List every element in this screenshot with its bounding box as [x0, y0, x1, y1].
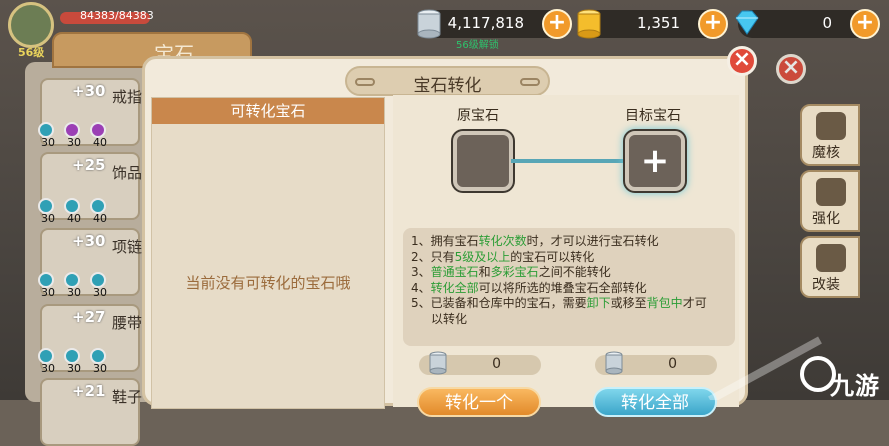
silver-resource-bar: 4,117,818 + [417, 9, 572, 39]
rule-line: 5、已装备和仓库中的宝石，需要卸下或移至背包中才可 [411, 296, 707, 310]
cost-value: 0 [492, 356, 501, 372]
unlock-hint: 56级解锁 [456, 40, 499, 51]
original-gem-slot[interactable] [453, 131, 513, 191]
silver-coins-icon [429, 351, 447, 375]
silver-coins-icon [417, 9, 441, 39]
dialog-title-banner: 宝石转化 [345, 66, 550, 96]
convert-one-cost: 0 [419, 351, 541, 375]
player-level: 56级 [18, 46, 45, 59]
convert-all-button[interactable]: 转化全部 [593, 387, 717, 417]
equip-label-belt: 腰带 [112, 314, 143, 332]
gold-resource-bar: 1,351 + [577, 9, 728, 39]
player-avatar[interactable] [8, 2, 54, 48]
side-tab-label: 改装 [812, 277, 840, 293]
watermark-text: 九游 [830, 372, 880, 400]
equip-label-ring: 戒指 [112, 88, 143, 106]
rule-line: 3、普通宝石和多彩宝石之间不能转化 [411, 265, 611, 279]
gem-slot-levels: 30 30 30 [41, 362, 107, 375]
silver-coins-icon [605, 351, 623, 375]
side-tab-magic-core[interactable]: 魔核 [800, 104, 860, 166]
equip-label-necklace: 项链 [112, 238, 143, 256]
diamond-value: 0 [822, 14, 832, 32]
rule-line: 1、拥有宝石转化次数时，才可以进行宝石转化 [411, 234, 659, 248]
dialog-title: 宝石转化 [413, 76, 482, 96]
rule-line: 4、转化全部可以将所选的堆叠宝石全部转化 [411, 280, 647, 295]
side-tab-label: 魔核 [812, 145, 840, 161]
rule-line: 以转化 [431, 311, 468, 326]
hp-text: 84383/84383 [80, 9, 154, 22]
equip-level: +30 [72, 82, 106, 100]
convertible-gems-panel: 可转化宝石 当前没有可转化的宝石哦 [151, 97, 385, 409]
equip-label-shoes: 鞋子 [112, 388, 143, 406]
add-gold-button[interactable]: + [698, 9, 728, 39]
side-tab-label: 强化 [812, 211, 840, 227]
rule-line: 2、只有5级及以上的宝石可以转化 [411, 249, 595, 264]
equip-level: +30 [72, 232, 106, 250]
convert-panel: 原宝石 目标宝石 + 1、拥有宝石转化次数时，才可以进行宝石转化 2、只有5级及… [393, 95, 739, 417]
diamond-resource-bar: 0 + [735, 9, 880, 39]
equip-level: +25 [72, 156, 106, 174]
gem-slot-levels: 30 30 40 [41, 136, 107, 149]
rules-box: 1、拥有宝石转化次数时，才可以进行宝石转化 2、只有5级及以上的宝石可以转化 3… [403, 228, 735, 346]
equip-level: +27 [72, 308, 106, 326]
target-gem-label: 目标宝石 [625, 108, 681, 124]
enhance-icon [816, 178, 846, 206]
convert-link-line [511, 159, 629, 163]
add-target-icon: + [640, 141, 670, 181]
target-gem-slot[interactable]: + [625, 131, 685, 191]
gold-coins-icon [577, 9, 601, 39]
gem-slot-levels: 30 30 30 [41, 286, 107, 299]
cost-value: 0 [668, 356, 677, 372]
convert-one-button[interactable]: 转化一个 [417, 387, 541, 417]
side-tab-enhance[interactable]: 强化 [800, 170, 860, 232]
dialog-close-button[interactable]: × [727, 46, 757, 76]
gold-value: 1,351 [637, 14, 680, 32]
equip-level: +21 [72, 382, 106, 400]
diamond-icon [735, 10, 759, 35]
empty-state-text: 当前没有可转化的宝石哦 [185, 274, 351, 292]
magic-core-icon [816, 112, 846, 140]
silver-value: 4,117,818 [447, 14, 524, 32]
background-close-button[interactable]: × [776, 54, 806, 84]
gem-convert-dialog: 宝石转化 可转化宝石 当前没有可转化的宝石哦 原宝石 目标宝石 + 1、拥有宝石… [142, 56, 748, 417]
add-diamond-button[interactable]: + [850, 9, 880, 39]
add-silver-button[interactable]: + [542, 9, 572, 39]
original-gem-label: 原宝石 [457, 108, 499, 124]
title-ornament [520, 78, 540, 86]
convertible-gems-header: 可转化宝石 [152, 98, 384, 124]
convert-all-cost: 0 [595, 351, 717, 375]
gem-slot-levels: 30 40 40 [41, 212, 107, 225]
equip-label-accessory: 饰品 [112, 164, 143, 182]
anvil-icon [816, 244, 846, 272]
side-tab-modify[interactable]: 改装 [800, 236, 860, 298]
